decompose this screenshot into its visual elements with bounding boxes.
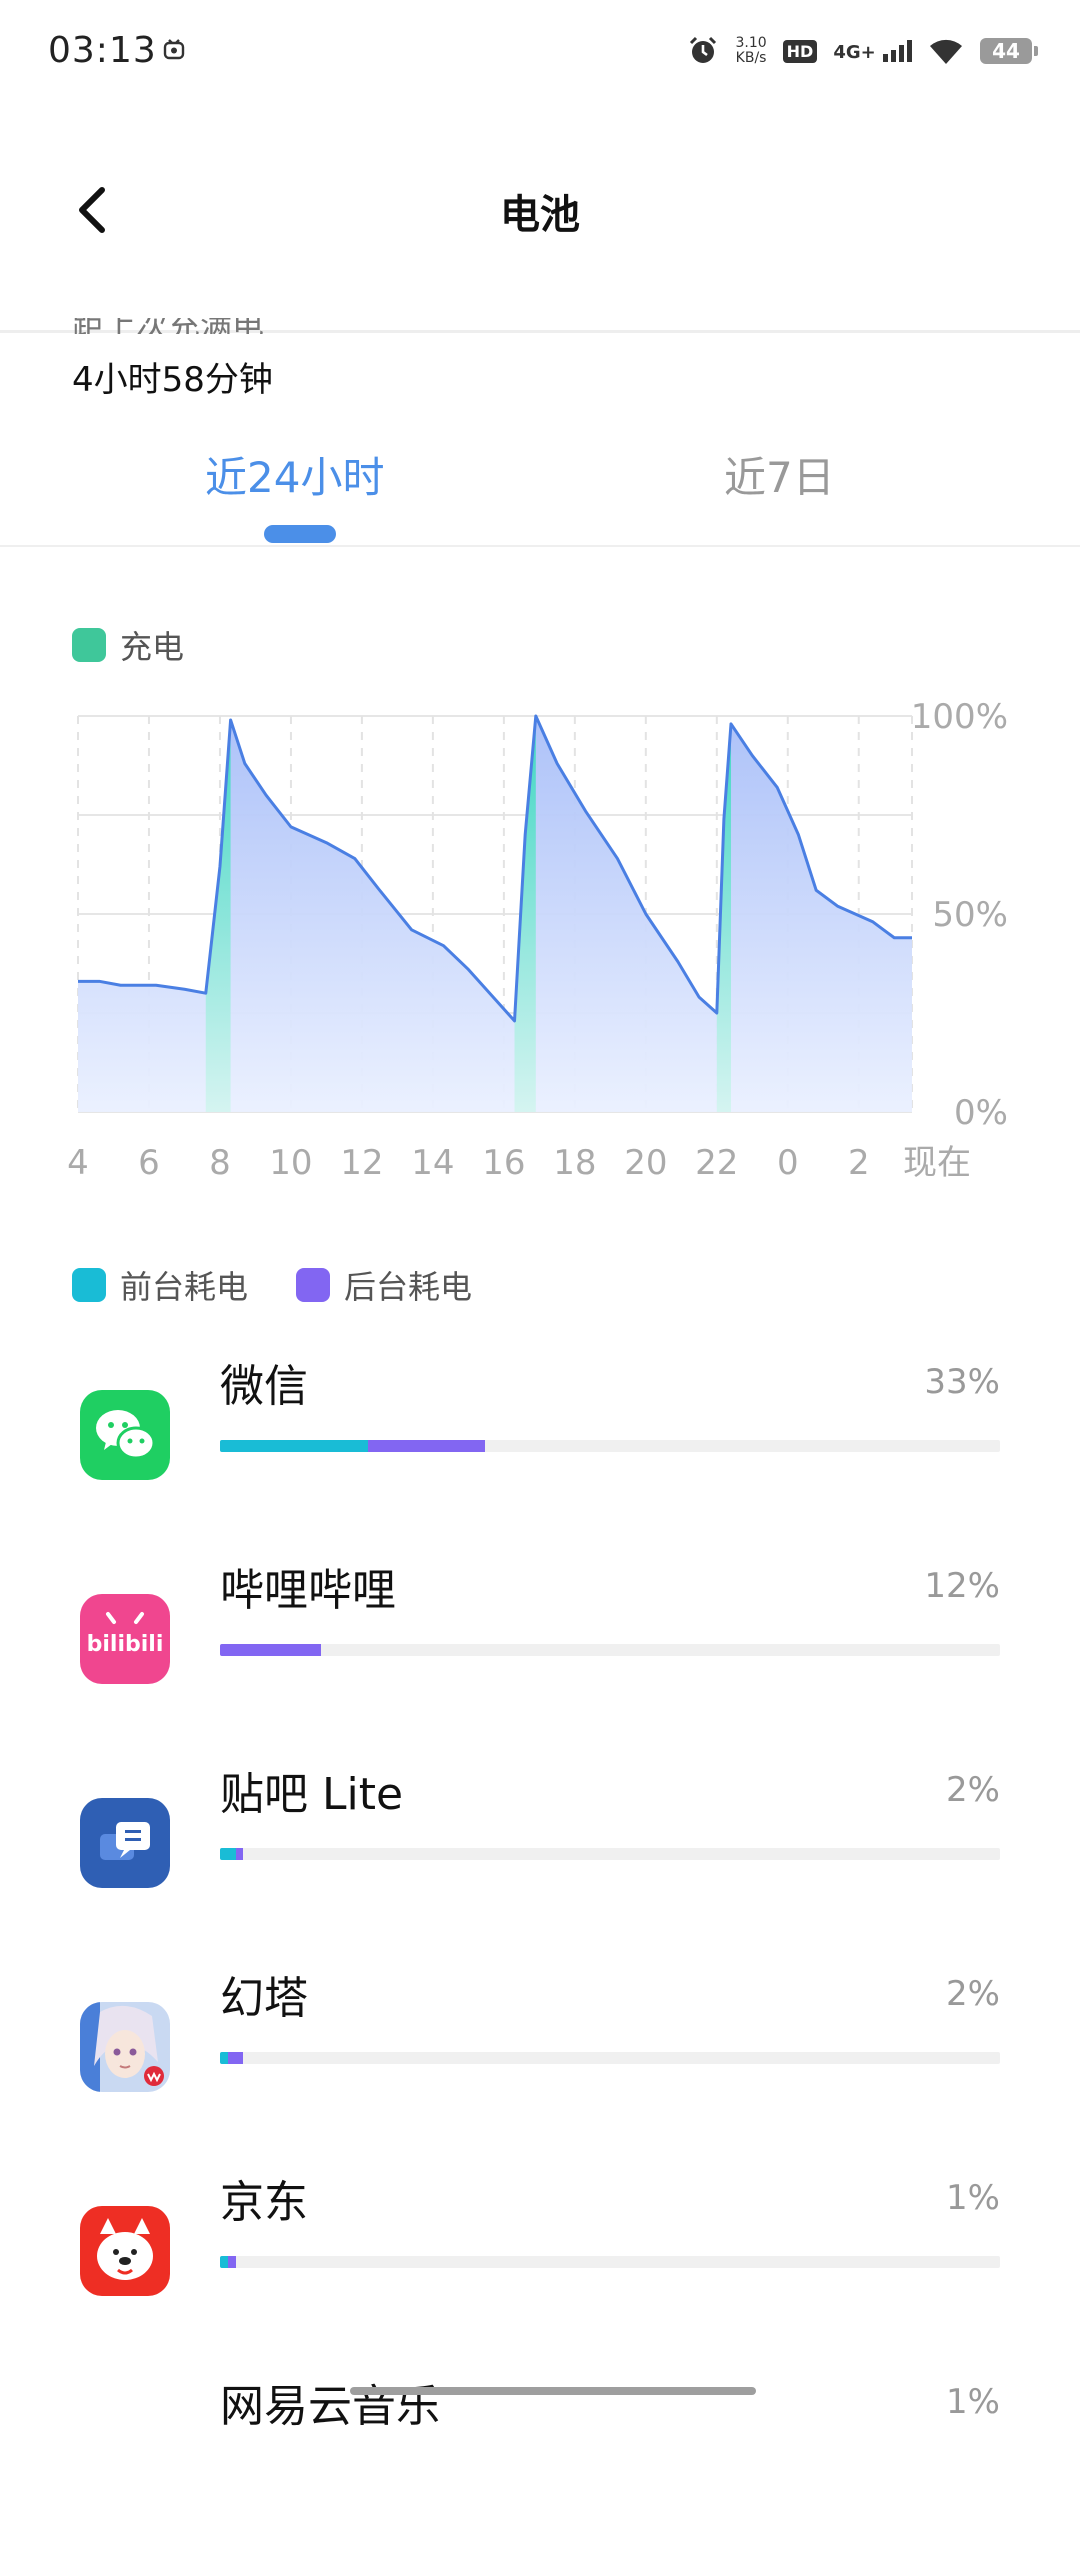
- app-percent: 2%: [946, 1770, 1000, 1810]
- app-name: 幻塔: [220, 1973, 308, 2024]
- background-legend: 后台耗电: [296, 1262, 472, 1308]
- app-percent: 33%: [924, 1362, 1000, 1402]
- app-row-bilibili[interactable]: bilibili 哔哩哔哩 12%: [0, 1544, 1080, 1744]
- hd-badge: HD: [782, 39, 818, 63]
- range-tabs: 近24小时 近7日: [0, 430, 1080, 547]
- usage-bar: [220, 1848, 1000, 1860]
- page-title: 电池: [500, 192, 580, 238]
- usage-bar: [220, 2052, 1000, 2064]
- app-name: 网易云音乐: [220, 2381, 440, 2432]
- app-percent: 2%: [946, 1974, 1000, 2014]
- app-name: 微信: [220, 1361, 308, 1412]
- status-icons: 3.10 KB/s HD 4G+ 44: [687, 30, 1038, 72]
- y-tick-label: 0%: [954, 1093, 1008, 1133]
- tab-24-hours[interactable]: 近24小时: [205, 444, 384, 505]
- y-tick-label: 50%: [932, 895, 1008, 935]
- app-percent: 1%: [946, 2178, 1000, 2218]
- x-tick-label: 20: [624, 1143, 667, 1183]
- foreground-usage-bar: [220, 1848, 236, 1860]
- battery-icon: 44: [980, 38, 1038, 64]
- app-percent: 1%: [946, 2382, 1000, 2422]
- background-legend-swatch: [296, 1268, 331, 1302]
- usage-legend: 前台耗电 后台耗电: [72, 1262, 520, 1308]
- charging-legend-label: 充电: [120, 628, 185, 666]
- foreground-usage-bar: [220, 1440, 369, 1452]
- status-bar: 03:13 3.10 KB/s HD 4G+ 44: [0, 0, 1080, 100]
- x-tick-label: 10: [269, 1143, 312, 1183]
- foreground-usage-bar: [220, 2256, 228, 2268]
- app-header: 电池: [0, 150, 1080, 270]
- jd-icon: [80, 2206, 170, 2296]
- x-tick-label: 6: [138, 1143, 160, 1183]
- wechat-icon: [80, 1390, 170, 1480]
- x-tick-label: 0: [777, 1143, 799, 1183]
- svg-text:bilibili: bilibili: [87, 1632, 164, 1657]
- usage-bar: [220, 2256, 1000, 2268]
- app-name: 贴吧 Lite: [220, 1769, 404, 1820]
- status-time: 03:13: [48, 30, 157, 71]
- wifi-icon: [930, 39, 962, 64]
- chart-legend: 充电: [72, 622, 184, 668]
- signal-icon: 4G+: [833, 39, 912, 63]
- app-name: 哔哩哔哩: [220, 1565, 396, 1616]
- battery-level-chart: 100% 50% 0% 4 6 8 10 12 14 16 18 20 22 0 2 现在: [67, 697, 1008, 1183]
- x-tick-label: 16: [482, 1143, 525, 1183]
- usage-bar: [220, 1644, 1000, 1656]
- usage-bar: [220, 1440, 1000, 1452]
- bilibili-icon: bilibili: [80, 1594, 170, 1684]
- net-speed: 3.10 KB/s: [735, 35, 767, 66]
- since-last-charge-label: 距上次充满电: [72, 318, 264, 334]
- background-usage-bar: [227, 2256, 236, 2268]
- background-usage-bar: [235, 1848, 244, 1860]
- remaining-time: 4小时58分钟: [72, 360, 273, 400]
- x-tick-label: 4: [67, 1143, 89, 1183]
- app-row-jd[interactable]: 京东 1%: [0, 2156, 1080, 2356]
- x-tick-label: 18: [553, 1143, 596, 1183]
- app-name: 京东: [220, 2177, 308, 2228]
- app-row-wechat[interactable]: 微信 33%: [0, 1340, 1080, 1540]
- x-tick-label: 12: [340, 1143, 383, 1183]
- tower-of-fantasy-icon: [80, 2002, 170, 2092]
- app-notification-icon: [163, 39, 185, 60]
- charging-legend-swatch: [72, 628, 106, 662]
- foreground-legend: 前台耗电: [72, 1262, 248, 1308]
- active-tab-indicator: [264, 525, 336, 543]
- alarm-icon: [690, 36, 717, 63]
- background-usage-bar: [220, 1644, 322, 1656]
- x-tick-label: 22: [695, 1143, 738, 1183]
- app-row-tower-of-fantasy[interactable]: 幻塔 2%: [0, 1952, 1080, 2152]
- x-tick-label: 2: [848, 1143, 870, 1183]
- foreground-legend-swatch: [72, 1268, 106, 1302]
- x-tick-label: 14: [411, 1143, 454, 1183]
- tab-7-days[interactable]: 近7日: [724, 444, 835, 505]
- foreground-usage-bar: [220, 2052, 228, 2064]
- app-percent: 12%: [924, 1566, 1000, 1606]
- tieba-icon: [80, 1798, 170, 1888]
- background-usage-bar: [368, 1440, 486, 1452]
- x-tick-label: 8: [209, 1143, 231, 1183]
- app-row-tieba-lite[interactable]: 贴吧 Lite 2%: [0, 1748, 1080, 1948]
- background-usage-bar: [227, 2052, 244, 2064]
- home-indicator[interactable]: [350, 2387, 756, 2395]
- x-tick-label: 现在: [903, 1143, 971, 1183]
- y-tick-label: 100%: [911, 697, 1008, 737]
